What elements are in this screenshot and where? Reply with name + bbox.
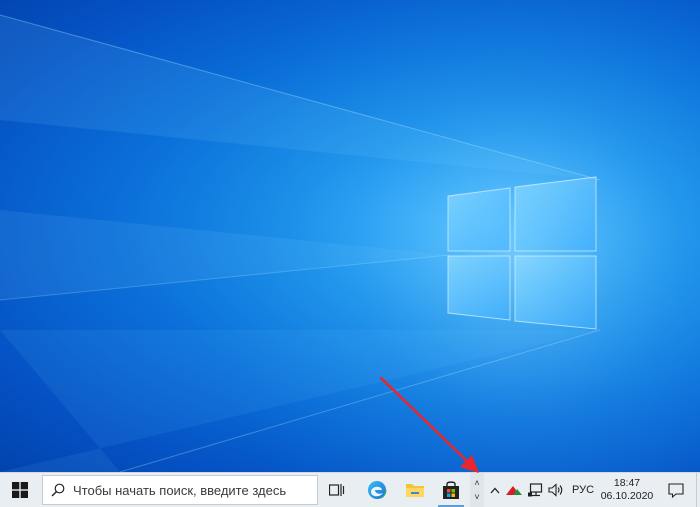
volume-icon: [548, 483, 563, 497]
taskbar-scroll-up-button[interactable]: ˄: [474, 476, 479, 490]
clock-date: 06.10.2020: [600, 490, 654, 502]
notification-icon: [668, 482, 684, 498]
language-indicator[interactable]: РУС: [568, 473, 598, 507]
search-input[interactable]: [73, 482, 309, 498]
screen: ˄ ˅: [0, 0, 700, 507]
taskbar-scroll-down-button[interactable]: ˅: [474, 490, 479, 504]
show-desktop-button[interactable]: [696, 473, 700, 507]
network-button[interactable]: [526, 473, 546, 507]
folder-icon: [406, 484, 424, 497]
taskbar: ˄ ˅: [0, 472, 700, 507]
clock-time: 18:47: [613, 477, 641, 489]
tray-app-icon: [506, 486, 522, 495]
search-box[interactable]: [42, 475, 318, 505]
show-hidden-icons-button[interactable]: [487, 473, 503, 507]
desktop-wallpaper[interactable]: [0, 0, 700, 472]
edge-button[interactable]: [360, 473, 394, 507]
windows-start-icon: [12, 482, 28, 498]
network-icon: [528, 483, 543, 497]
search-icon: [43, 483, 73, 497]
edge-icon: [367, 480, 387, 500]
store-bag-icon: [443, 481, 459, 499]
file-explorer-button[interactable]: [398, 473, 432, 507]
action-center-button[interactable]: [658, 473, 694, 507]
clock-button[interactable]: 18:47 06.10.2020: [600, 473, 654, 507]
tray-app-button[interactable]: [504, 473, 524, 507]
task-view-button[interactable]: [322, 473, 352, 507]
task-view-icon: [329, 484, 345, 496]
start-button[interactable]: [0, 473, 40, 507]
store-button[interactable]: [434, 473, 468, 507]
volume-button[interactable]: [546, 473, 566, 507]
taskbar-scroll-arrows: ˄ ˅: [470, 473, 484, 507]
wallpaper-art: [0, 0, 700, 472]
chevron-up-icon: [490, 487, 500, 493]
